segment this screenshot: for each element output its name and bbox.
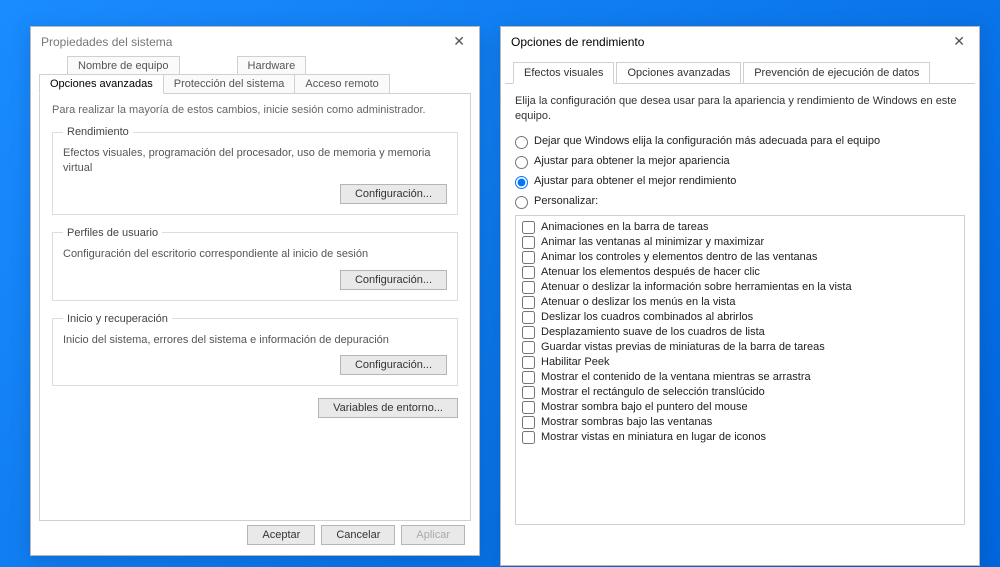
checkbox-input[interactable] bbox=[522, 401, 535, 414]
check-label: Desplazamiento suave de los cuadros de l… bbox=[541, 326, 765, 338]
performance-options-dialog: Opciones de rendimiento ✕ Efectos visual… bbox=[500, 26, 980, 566]
check-label: Habilitar Peek bbox=[541, 356, 609, 368]
tab-proteccion-sistema[interactable]: Protección del sistema bbox=[163, 74, 296, 94]
check-label: Mostrar vistas en miniatura en lugar de … bbox=[541, 431, 766, 443]
radio-best-performance[interactable]: Ajustar para obtener el mejor rendimient… bbox=[515, 175, 965, 189]
check-label: Atenuar o deslizar la información sobre … bbox=[541, 281, 852, 293]
checkbox-input[interactable] bbox=[522, 326, 535, 339]
check-item[interactable]: Guardar vistas previas de miniaturas de … bbox=[522, 340, 958, 355]
check-label: Atenuar los elementos después de hacer c… bbox=[541, 266, 760, 278]
desc-perfiles: Configuración del escritorio correspondi… bbox=[63, 247, 447, 262]
radio-input[interactable] bbox=[515, 156, 528, 169]
checkbox-input[interactable] bbox=[522, 281, 535, 294]
check-item[interactable]: Mostrar sombras bajo las ventanas bbox=[522, 415, 958, 430]
checkbox-input[interactable] bbox=[522, 416, 535, 429]
dialog-button-row: Aceptar Cancelar Aplicar bbox=[247, 525, 465, 545]
radio-label: Ajustar para obtener la mejor apariencia bbox=[534, 155, 730, 167]
desc-rendimiento: Efectos visuales, programación del proce… bbox=[63, 146, 447, 176]
radio-input[interactable] bbox=[515, 176, 528, 189]
group-rendimiento: Rendimiento Efectos visuales, programaci… bbox=[52, 126, 458, 215]
dialog-title: Propiedades del sistema bbox=[41, 35, 172, 49]
titlebar: Propiedades del sistema ✕ bbox=[31, 27, 479, 56]
check-item[interactable]: Animar los controles y elementos dentro … bbox=[522, 250, 958, 265]
tab-row-bottom: Opciones avanzadas Protección del sistem… bbox=[31, 74, 479, 94]
radio-label: Dejar que Windows elija la configuración… bbox=[534, 135, 880, 147]
check-label: Animaciones en la barra de tareas bbox=[541, 221, 709, 233]
env-vars-button[interactable]: Variables de entorno... bbox=[318, 398, 458, 418]
radio-label: Personalizar: bbox=[534, 195, 598, 207]
group-perfiles: Perfiles de usuario Configuración del es… bbox=[52, 227, 458, 301]
check-label: Mostrar sombra bajo el puntero del mouse bbox=[541, 401, 748, 413]
check-label: Animar los controles y elementos dentro … bbox=[541, 251, 817, 263]
tab-acceso-remoto[interactable]: Acceso remoto bbox=[294, 74, 389, 94]
visual-effects-list[interactable]: Animaciones en la barra de tareas Animar … bbox=[515, 215, 965, 525]
tab-row-top: Nombre de equipo Hardware bbox=[31, 56, 479, 75]
checkbox-input[interactable] bbox=[522, 431, 535, 444]
tab-efectos-visuales[interactable]: Efectos visuales bbox=[513, 62, 614, 84]
checkbox-input[interactable] bbox=[522, 236, 535, 249]
close-icon[interactable]: ✕ bbox=[949, 33, 969, 50]
checkbox-input[interactable] bbox=[522, 266, 535, 279]
check-label: Mostrar el rectángulo de selección trans… bbox=[541, 386, 765, 398]
tab-hardware[interactable]: Hardware bbox=[237, 56, 307, 75]
system-properties-dialog: Propiedades del sistema ✕ Nombre de equi… bbox=[30, 26, 480, 556]
tab-opciones-avanzadas[interactable]: Opciones avanzadas bbox=[39, 74, 164, 94]
tab-dep[interactable]: Prevención de ejecución de datos bbox=[743, 62, 930, 83]
check-item[interactable]: Mostrar el contenido de la ventana mient… bbox=[522, 370, 958, 385]
check-item[interactable]: Deslizar los cuadros combinados al abrir… bbox=[522, 310, 958, 325]
check-item[interactable]: Animar las ventanas al minimizar y maxim… bbox=[522, 235, 958, 250]
legend-rendimiento: Rendimiento bbox=[63, 126, 133, 138]
tab-nombre-equipo[interactable]: Nombre de equipo bbox=[67, 56, 180, 75]
check-item[interactable]: Atenuar o deslizar la información sobre … bbox=[522, 280, 958, 295]
checkbox-input[interactable] bbox=[522, 356, 535, 369]
check-label: Mostrar el contenido de la ventana mient… bbox=[541, 371, 811, 383]
config-inicio-button[interactable]: Configuración... bbox=[340, 355, 447, 375]
tab-panel: Elija la configuración que desea usar pa… bbox=[501, 84, 979, 535]
ok-button[interactable]: Aceptar bbox=[247, 525, 315, 545]
close-icon[interactable]: ✕ bbox=[449, 33, 469, 50]
desc-inicio: Inicio del sistema, errores del sistema … bbox=[63, 333, 447, 348]
apply-button[interactable]: Aplicar bbox=[401, 525, 465, 545]
check-label: Atenuar o deslizar los menús en la vista bbox=[541, 296, 735, 308]
check-label: Animar las ventanas al minimizar y maxim… bbox=[541, 236, 764, 248]
radio-input[interactable] bbox=[515, 136, 528, 149]
check-item[interactable]: Mostrar vistas en miniatura en lugar de … bbox=[522, 430, 958, 445]
radio-best-appearance[interactable]: Ajustar para obtener la mejor apariencia bbox=[515, 155, 965, 169]
group-inicio: Inicio y recuperación Inicio del sistema… bbox=[52, 313, 458, 387]
radio-label: Ajustar para obtener el mejor rendimient… bbox=[534, 175, 736, 187]
dialog-title: Opciones de rendimiento bbox=[511, 35, 644, 49]
check-label: Guardar vistas previas de miniaturas de … bbox=[541, 341, 825, 353]
config-perfiles-button[interactable]: Configuración... bbox=[340, 270, 447, 290]
radio-custom[interactable]: Personalizar: bbox=[515, 195, 965, 209]
checkbox-input[interactable] bbox=[522, 251, 535, 264]
check-label: Deslizar los cuadros combinados al abrir… bbox=[541, 311, 753, 323]
tab-opciones-avanzadas[interactable]: Opciones avanzadas bbox=[616, 62, 741, 83]
checkbox-input[interactable] bbox=[522, 371, 535, 384]
check-item[interactable]: Animaciones en la barra de tareas bbox=[522, 220, 958, 235]
intro-text: Elija la configuración que desea usar pa… bbox=[515, 94, 965, 125]
legend-inicio: Inicio y recuperación bbox=[63, 313, 172, 325]
check-item[interactable]: Mostrar sombra bajo el puntero del mouse bbox=[522, 400, 958, 415]
tab-panel: Para realizar la mayoría de estos cambio… bbox=[39, 93, 471, 521]
config-rendimiento-button[interactable]: Configuración... bbox=[340, 184, 447, 204]
checkbox-input[interactable] bbox=[522, 221, 535, 234]
legend-perfiles: Perfiles de usuario bbox=[63, 227, 162, 239]
checkbox-input[interactable] bbox=[522, 386, 535, 399]
checkbox-input[interactable] bbox=[522, 341, 535, 354]
tab-row: Efectos visuales Opciones avanzadas Prev… bbox=[505, 56, 975, 84]
check-item[interactable]: Atenuar los elementos después de hacer c… bbox=[522, 265, 958, 280]
check-item[interactable]: Habilitar Peek bbox=[522, 355, 958, 370]
check-item[interactable]: Desplazamiento suave de los cuadros de l… bbox=[522, 325, 958, 340]
cancel-button[interactable]: Cancelar bbox=[321, 525, 395, 545]
titlebar: Opciones de rendimiento ✕ bbox=[501, 27, 979, 56]
checkbox-input[interactable] bbox=[522, 311, 535, 324]
checkbox-input[interactable] bbox=[522, 296, 535, 309]
radio-let-windows[interactable]: Dejar que Windows elija la configuración… bbox=[515, 135, 965, 149]
check-label: Mostrar sombras bajo las ventanas bbox=[541, 416, 712, 428]
admin-note: Para realizar la mayoría de estos cambio… bbox=[52, 104, 458, 116]
check-item[interactable]: Mostrar el rectángulo de selección trans… bbox=[522, 385, 958, 400]
check-item[interactable]: Atenuar o deslizar los menús en la vista bbox=[522, 295, 958, 310]
radio-input[interactable] bbox=[515, 196, 528, 209]
